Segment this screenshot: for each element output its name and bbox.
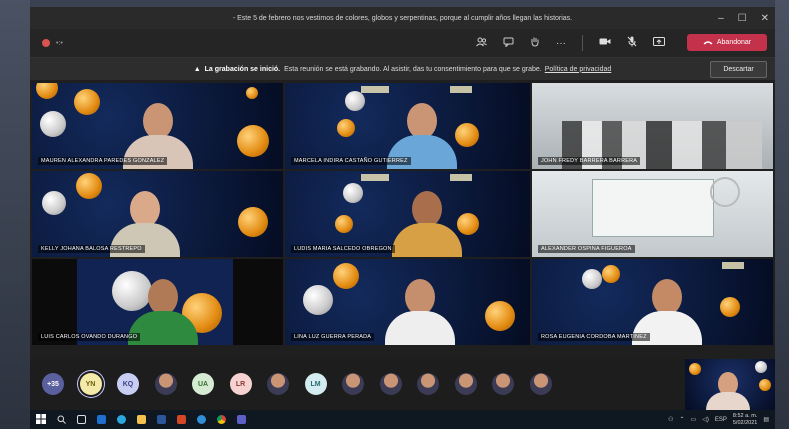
participant-avatar[interactable]: LR [229, 373, 252, 395]
minimize-button[interactable]: – [718, 13, 724, 24]
meeting-toolbar: •:• ··· Abandonar [30, 29, 775, 57]
system-tray: ⚇ ⌃ ▭ ◁) ESP 8:52 a. m. 5/02/2021 ▤ [668, 410, 769, 429]
recording-indicator-icon [42, 39, 50, 47]
meeting-title: - Este 5 de febrero nos vestimos de colo… [232, 14, 573, 22]
participant-avatar[interactable]: UA [192, 373, 214, 395]
recording-time: •:• [56, 39, 63, 47]
participant-name: LUIS CARLOS OVANDO DURANGO [38, 333, 141, 341]
close-button[interactable]: ✕ [761, 13, 769, 24]
language-indicator[interactable]: ESP [715, 417, 727, 423]
more-participants-badge[interactable]: +35 [42, 373, 64, 395]
video-tile[interactable]: LUIS CARLOS OVANDO DURANGO [32, 259, 283, 345]
video-tile[interactable]: KELLY JOHANA BALOSA RESTREPO [32, 171, 283, 257]
desktop-background-left [0, 0, 30, 429]
raise-hand-icon[interactable] [530, 36, 540, 50]
toolbar-divider [582, 35, 583, 51]
participant-avatar[interactable] [267, 373, 289, 395]
participant-name: MARCELA INDIRA CASTAÑO GUTIERREZ [291, 157, 411, 165]
windows-taskbar: ⚇ ⌃ ▭ ◁) ESP 8:52 a. m. 5/02/2021 ▤ [30, 410, 775, 429]
clock-time: 8:52 a. m. [732, 412, 758, 419]
search-icon[interactable] [57, 411, 66, 429]
participant-name: KELLY JOHANA BALOSA RESTREPO [38, 245, 145, 253]
clock-date: 5/02/2021 [732, 419, 758, 426]
participant-name: JOHN FREDY BARRERA BARRERA [538, 157, 641, 165]
video-grid: MAUREN ALEXANDRA PAREDES GONZALEZ MARCEL… [32, 83, 773, 353]
participant-avatar[interactable] [417, 373, 439, 395]
participant-name: LUDIS MARIA SALCEDO OBREGON [291, 245, 395, 253]
self-preview[interactable] [685, 359, 775, 410]
participant-avatar[interactable]: LM [304, 373, 327, 395]
warning-icon: ▲ [193, 65, 201, 73]
video-tile[interactable]: JOHN FREDY BARRERA BARRERA [532, 83, 773, 169]
participant-avatar[interactable] [154, 373, 177, 395]
video-tile[interactable]: MARCELA INDIRA CASTAÑO GUTIERREZ [285, 83, 530, 169]
file-explorer-icon[interactable] [137, 415, 146, 424]
video-tile[interactable]: ROSA EUGENIA CORDOBA MARTINEZ [532, 259, 773, 345]
teams-meeting-window: - Este 5 de febrero nos vestimos de colo… [30, 7, 775, 410]
microphone-muted-icon[interactable] [627, 36, 637, 50]
participant-avatar[interactable] [492, 373, 514, 395]
chevron-up-icon[interactable]: ⌃ [680, 416, 685, 423]
video-tile[interactable]: ALEXANDER OSPINA FIGUEROA [532, 171, 773, 257]
people-icon[interactable]: ⚇ [668, 416, 673, 423]
participant-avatar[interactable]: YN [79, 373, 102, 395]
task-view-icon[interactable] [77, 415, 86, 424]
participant-name: ALEXANDER OSPINA FIGUEROA [538, 245, 635, 253]
leave-label: Abandonar [716, 39, 752, 46]
participant-name: LINA LUZ GUERRA PERADA [291, 333, 375, 341]
notifications-icon[interactable]: ▤ [763, 416, 769, 423]
internet-explorer-icon[interactable] [197, 415, 206, 424]
chrome-icon[interactable] [217, 415, 226, 424]
privacy-policy-link[interactable]: Política de privacidad [545, 66, 612, 73]
camera-icon[interactable] [599, 37, 611, 49]
video-tile[interactable]: LUDIS MARIA SALCEDO OBREGON [285, 171, 530, 257]
clock[interactable]: 8:52 a. m. 5/02/2021 [733, 413, 757, 427]
title-bar: - Este 5 de febrero nos vestimos de colo… [30, 7, 775, 29]
edge-icon[interactable] [117, 415, 126, 424]
participant-avatar[interactable] [529, 373, 552, 395]
participant-avatar[interactable] [379, 373, 402, 395]
video-tile[interactable]: LINA LUZ GUERRA PERADA [285, 259, 530, 345]
chat-icon[interactable] [503, 37, 514, 50]
banner-text: Esta reunión se está grabando. Al asisti… [284, 65, 542, 73]
outlook-icon[interactable] [97, 415, 106, 424]
participant-avatar[interactable]: KQ [117, 373, 139, 395]
windows-start-icon[interactable] [36, 411, 46, 429]
participant-avatar[interactable] [342, 373, 364, 395]
desktop-background-right [775, 0, 789, 429]
recording-banner: ▲ La grabación se inició. Esta reunión s… [30, 57, 775, 80]
banner-title: La grabación se inició. [204, 65, 281, 73]
video-tile[interactable]: MAUREN ALEXANDRA PAREDES GONZALEZ [32, 83, 283, 169]
network-icon[interactable]: ▭ [691, 416, 697, 423]
powerpoint-icon[interactable] [177, 415, 186, 424]
teams-icon[interactable] [237, 415, 246, 424]
participant-name: MAUREN ALEXANDRA PAREDES GONZALEZ [38, 157, 168, 165]
leave-button[interactable]: Abandonar [687, 34, 767, 51]
volume-icon[interactable]: ◁) [702, 416, 709, 423]
more-actions-button[interactable]: ··· [556, 38, 566, 49]
participant-name: ROSA EUGENIA CORDOBA MARTINEZ [538, 333, 650, 341]
word-icon[interactable] [157, 415, 166, 424]
participant-avatar[interactable] [454, 373, 477, 395]
participant-strip: +35 YN KQ UA LR LM [30, 359, 775, 410]
maximize-button[interactable]: ☐ [738, 13, 747, 24]
dismiss-button[interactable]: Descartar [710, 61, 767, 78]
share-screen-icon[interactable] [653, 36, 665, 50]
hang-up-icon [703, 41, 713, 45]
participants-icon[interactable] [476, 37, 487, 50]
